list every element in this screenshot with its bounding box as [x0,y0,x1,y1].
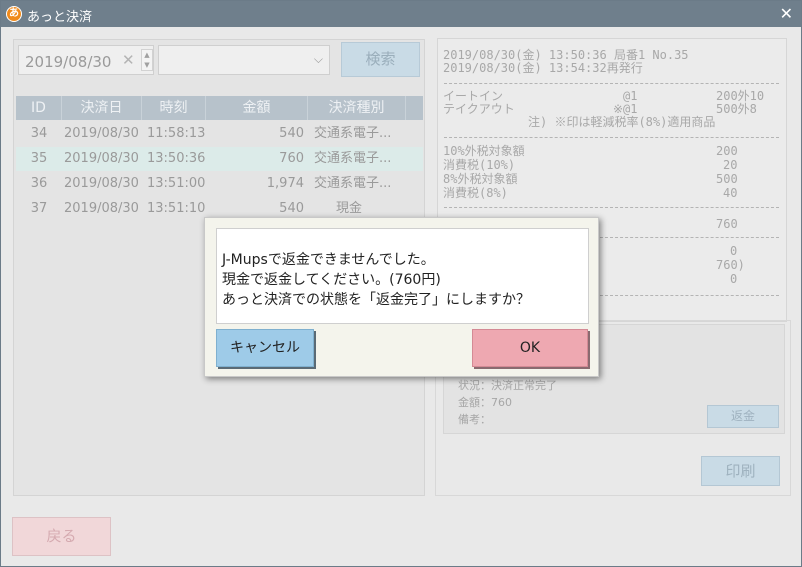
table-row-selected[interactable]: 35 2019/08/30 13:50:36 760 交通系電子... [16,147,423,171]
tax-value: 500 [716,172,738,186]
tax-label: 消費税(10%) [443,158,516,172]
cell-time: 13:51:00 [147,176,206,191]
tax-label: 10%外税対象額 [443,144,525,158]
tax-label: 8%外税対象額 [443,172,518,186]
cell-amount: 760 [279,151,304,166]
spinner-down-icon[interactable]: ▼ [144,61,149,69]
table-row[interactable]: 36 2019/08/30 13:51:00 1,974 交通系電子... [16,172,423,196]
receipt-divider [444,207,779,208]
refund-button[interactable]: 返金 [707,405,779,428]
cell-time: 11:58:13 [147,126,206,141]
cell-type: 交通系電子... [314,126,392,141]
cell-time: 13:51:10 [147,201,206,216]
dialog-message-line: あっと決済での状態を「返金完了」にしますか？ [222,292,530,308]
column-header-type[interactable]: 決済種別 [308,96,406,120]
cell-id: 37 [30,201,48,216]
receipt-note: 注) ※印は軽減税率(8%)適用商品 [528,115,716,129]
confirm-dialog: J-Mupsで返金できませんでした。 現金で返金してください。(760円) あっ… [204,217,599,377]
column-header-date[interactable]: 決済日 [62,96,142,120]
tax-label: 消費税(8%) [443,186,508,200]
title-bar: あ あっと決済 ✕ [1,1,801,27]
print-button[interactable]: 印刷 [701,456,780,486]
cell-amount: 540 [279,126,304,141]
cell-date: 2019/08/30 [64,201,139,216]
cell-id: 34 [30,126,48,141]
status-text: 状況：決済正常完了 [458,379,557,392]
cell-id: 35 [30,151,48,166]
amount-text: 金額：760 [458,396,512,409]
window-title: あっと決済 [27,10,93,25]
cell-date: 2019/08/30 [64,126,139,141]
receipt-divider [444,83,779,84]
cell-type: 交通系電子... [314,151,392,166]
cell-date: 2019/08/30 [64,176,139,191]
ok-button[interactable]: OK [472,329,588,367]
clear-date-icon[interactable]: ✕ [122,51,135,69]
payment-type-select[interactable]: ⌵ [158,45,330,75]
column-header-amount[interactable]: 金額 [206,96,308,120]
cell-time: 13:50:36 [147,151,206,166]
column-header-id[interactable]: ID [16,96,62,120]
tax-value: 40 [723,186,738,200]
receipt-payment-value: 760) [716,258,745,272]
date-value: 2019/08/30 [25,53,112,71]
dialog-message-line: 現金で返金してください。(760円) [222,272,441,288]
date-spinner[interactable]: ▲ ▼ [141,49,153,71]
date-picker[interactable]: 2019/08/30 ✕ ▲ ▼ [18,45,154,75]
app-window: あ あっと決済 ✕ 2019/08/30 ✕ ▲ ▼ ⌵ 検索 ID 決済日 時… [0,0,802,567]
remarks-text: 備考： [458,413,491,426]
back-button[interactable]: 戻る [12,517,111,556]
table-row[interactable]: 34 2019/08/30 11:58:13 540 交通系電子... [16,122,423,146]
receipt-divider [444,137,779,138]
receipt-payment-value: 0 [730,272,738,286]
column-header-time[interactable]: 時刻 [142,96,206,120]
close-icon[interactable]: ✕ [780,4,793,23]
search-button[interactable]: 検索 [341,42,420,77]
receipt-reissue-line: 2019/08/30(金) 13:54:32再発行 [443,61,643,75]
dialog-message-line: J-Mupsで返金できませんでした。 [222,252,435,268]
receipt-total: 760 [716,217,738,231]
scroll-header-spacer [406,96,423,120]
receipt-payment-value: 0 [730,244,738,258]
chevron-down-icon: ⌵ [313,52,323,66]
cell-date: 2019/08/30 [64,151,139,166]
tax-value: 20 [723,158,738,172]
table-header: ID 決済日 時刻 金額 決済種別 [16,96,423,120]
cell-id: 36 [30,176,48,191]
cancel-button[interactable]: キャンセル [216,329,314,367]
app-logo-icon: あ [6,6,22,22]
cell-amount: 1,974 [266,176,304,191]
cell-type: 交通系電子... [314,176,392,191]
receipt-item-name: テイクアウト [443,102,515,116]
dialog-message: J-Mupsで返金できませんでした。 現金で返金してください。(760円) あっ… [216,228,589,324]
spinner-up-icon[interactable]: ▲ [144,51,149,59]
tax-value: 200 [716,144,738,158]
receipt-item-amount: 500外8 [716,102,757,116]
